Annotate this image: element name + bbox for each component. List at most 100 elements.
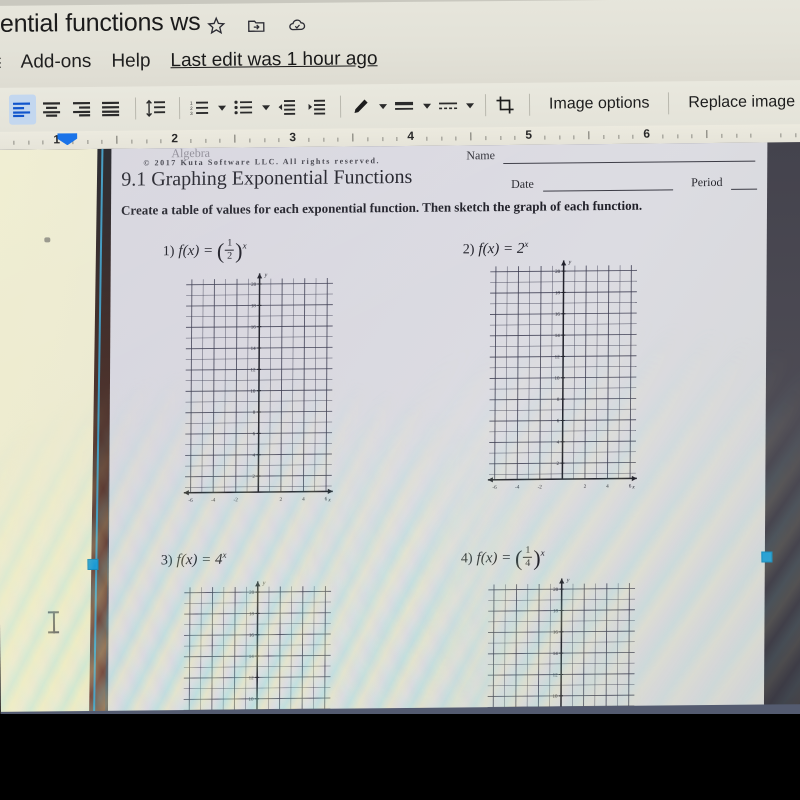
left-middle-handle[interactable]: [87, 558, 99, 571]
svg-text:14: 14: [251, 347, 257, 352]
svg-text:4: 4: [302, 497, 305, 503]
toolbar-divider: [529, 93, 531, 116]
svg-text:6: 6: [629, 483, 632, 489]
problem-4-label: 4) f(x) = (1 4)x: [460, 545, 545, 571]
problem-1-number: 1): [162, 244, 175, 260]
screen-photo: nential functions ws Add-ons Help Last e…: [0, 0, 800, 800]
increase-indent-icon[interactable]: [303, 92, 330, 122]
svg-text:-2: -2: [538, 484, 543, 490]
svg-text:x: x: [327, 497, 331, 503]
problem-3-expression: f(x) = 4x: [176, 549, 227, 569]
formatting-toolbar: 1 2 3 Image options Replace image: [0, 80, 800, 132]
crop-icon[interactable]: [492, 90, 519, 120]
document-title[interactable]: nential functions ws: [0, 8, 201, 39]
move-to-folder-icon[interactable]: [246, 15, 266, 35]
cloud-saved-icon[interactable]: [286, 15, 308, 35]
pointer-speck: [44, 237, 51, 243]
svg-text:2: 2: [584, 484, 587, 490]
problem-3-label: 3) f(x) = 4x: [161, 550, 227, 570]
border-color-icon[interactable]: [348, 91, 375, 121]
replace-image-button[interactable]: Replace image: [676, 93, 800, 112]
problem-2-number: 2): [462, 242, 475, 258]
worksheet-image[interactable]: Algebra © 2017 Kuta Software LLC. All ri…: [107, 142, 768, 715]
svg-text:20: 20: [251, 283, 257, 288]
worksheet-period-blank: [731, 188, 758, 190]
toolbar-divider: [339, 95, 341, 118]
svg-text:y: y: [566, 578, 570, 584]
graph-problem-1[interactable]: x y -6 -4 -2 2 4 6 2 4 6 8 10 12 14 16 18 20: [171, 267, 349, 521]
graph-problem-3[interactable]: xy-6-4-22462468101214161820: [169, 575, 347, 715]
menu-item-clipped[interactable]: s: [0, 52, 1, 74]
svg-text:y: y: [568, 260, 572, 266]
bulleted-list-chevron-down-icon[interactable]: [260, 92, 272, 122]
svg-text:16: 16: [251, 326, 257, 331]
svg-text:-2: -2: [234, 497, 239, 503]
svg-text:20: 20: [555, 270, 561, 275]
svg-text:y: y: [264, 272, 268, 278]
svg-text:16: 16: [249, 634, 255, 639]
svg-text:y: y: [262, 581, 266, 587]
svg-text:-6: -6: [188, 498, 193, 504]
star-icon[interactable]: [206, 16, 226, 36]
svg-text:18: 18: [251, 304, 257, 309]
align-right-icon[interactable]: [68, 94, 95, 124]
align-left-icon[interactable]: [8, 94, 36, 125]
problem-1-expression: f(x) = (1 2)x: [178, 237, 247, 264]
svg-text:10: 10: [250, 390, 256, 395]
svg-text:4: 4: [606, 484, 609, 490]
svg-text:12: 12: [249, 676, 255, 681]
svg-text:-6: -6: [492, 485, 497, 491]
numbered-list-chevron-down-icon[interactable]: [217, 93, 229, 123]
align-center-icon[interactable]: [39, 94, 66, 124]
last-edit-status[interactable]: Last edit was 1 hour ago: [170, 48, 377, 72]
worksheet-date-label: Date: [511, 176, 534, 191]
svg-text:20: 20: [553, 588, 559, 593]
border-dash-icon[interactable]: [434, 90, 461, 120]
border-color-chevron-down-icon[interactable]: [377, 91, 389, 121]
svg-text:14: 14: [553, 652, 559, 657]
svg-text:18: 18: [553, 609, 559, 614]
problem-1-label: 1) f(x) = (1 2)x: [162, 237, 247, 264]
right-middle-handle[interactable]: [761, 551, 773, 563]
svg-text:10: 10: [249, 698, 255, 703]
toolbar-divider: [134, 97, 136, 120]
worksheet-name-blank: [503, 160, 756, 165]
svg-text:12: 12: [251, 368, 257, 373]
border-dash-chevron-down-icon[interactable]: [464, 90, 476, 120]
problem-3-number: 3): [160, 553, 173, 569]
border-weight-icon[interactable]: [391, 91, 418, 121]
svg-text:18: 18: [555, 291, 561, 296]
graph-problem-2[interactable]: x y -6 -4 -2 2 4 6 2 4 6 8 10 12 14 16 18 20: [475, 254, 653, 508]
align-justify-icon[interactable]: [98, 94, 125, 124]
line-spacing-icon[interactable]: [142, 93, 169, 123]
graph-problem-4[interactable]: xy-6-4-22462468101214161820: [473, 572, 651, 715]
svg-text:-4: -4: [211, 497, 216, 503]
worksheet-period-label: Period: [691, 174, 723, 190]
toolbar-divider: [484, 94, 486, 117]
bulleted-list-icon[interactable]: [230, 92, 257, 122]
svg-text:16: 16: [555, 313, 561, 318]
svg-text:2: 2: [280, 497, 283, 503]
toolbar-divider: [668, 92, 670, 115]
menu-item-help[interactable]: Help: [111, 50, 150, 72]
svg-text:12: 12: [555, 355, 561, 360]
toolbar-divider: [179, 97, 181, 120]
image-options-button[interactable]: Image options: [537, 94, 662, 113]
svg-text:-4: -4: [515, 485, 520, 491]
numbered-list-icon[interactable]: 1 2 3: [187, 93, 214, 123]
svg-text:10: 10: [554, 377, 560, 382]
svg-text:10: 10: [553, 695, 559, 700]
worksheet-instructions: Create a table of values for each expone…: [120, 197, 643, 218]
menu-bar: s Add-ons Help Last edit was 1 hour ago: [0, 48, 378, 74]
svg-text:6: 6: [325, 496, 328, 502]
menu-item-add-ons[interactable]: Add-ons: [21, 51, 92, 74]
worksheet-content: Algebra © 2017 Kuta Software LLC. All ri…: [108, 142, 767, 715]
monitor-content: nential functions ws Add-ons Help Last e…: [0, 0, 800, 760]
decrease-indent-icon[interactable]: [273, 92, 300, 122]
title-action-icons: [206, 15, 308, 36]
svg-text:12: 12: [553, 673, 559, 678]
border-weight-chevron-down-icon[interactable]: [421, 91, 433, 121]
problem-4-number: 4): [460, 551, 473, 567]
svg-text:18: 18: [249, 612, 255, 617]
document-canvas: Algebra © 2017 Kuta Software LLC. All ri…: [0, 142, 800, 715]
